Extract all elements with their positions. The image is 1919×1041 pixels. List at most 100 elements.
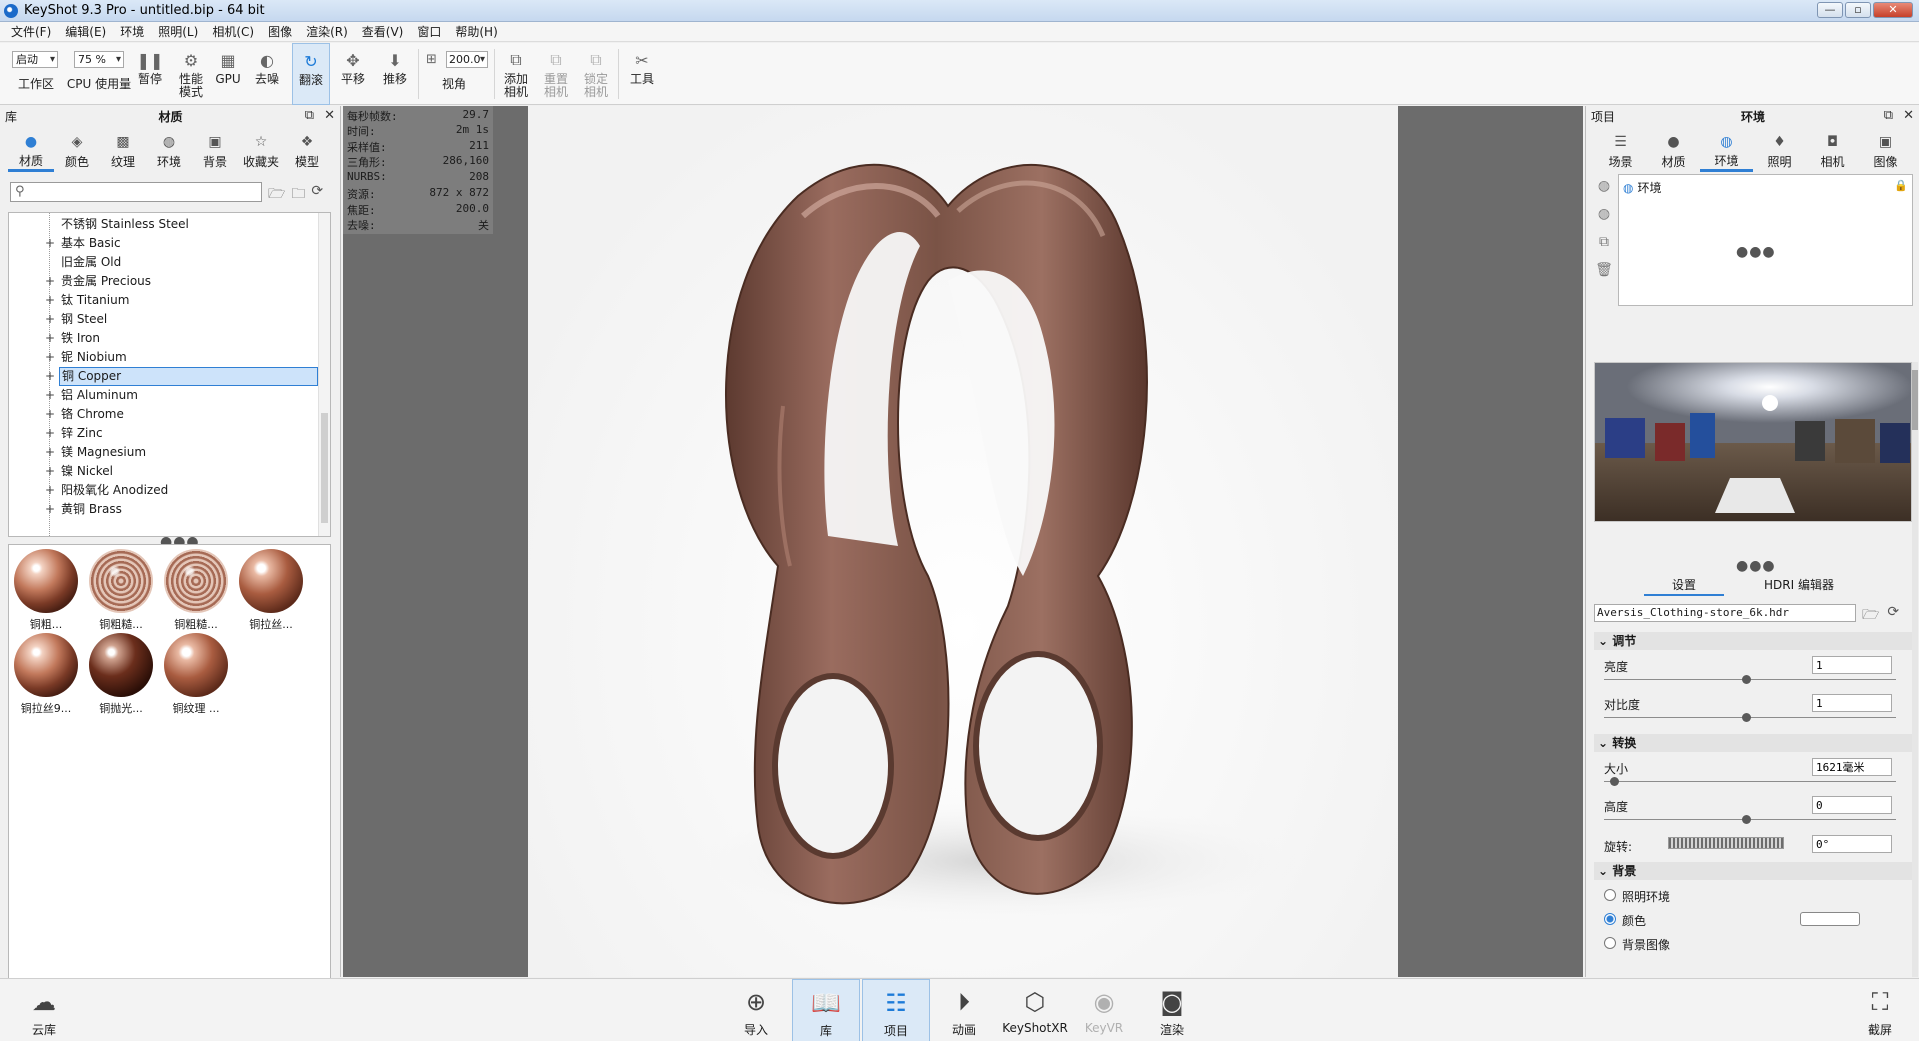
tree-item[interactable]: + 铌 Niobium (9, 348, 319, 367)
tree-item[interactable]: + 铝 Aluminum (9, 386, 319, 405)
material-thumbnail[interactable]: 铜粗... (13, 549, 79, 631)
tab-materials[interactable]: ● 材质 (8, 128, 54, 172)
open-folder-icon[interactable]: 🗁 (268, 183, 285, 207)
size-slider[interactable] (1604, 781, 1896, 782)
tab-colors[interactable]: ◈ 颜色 (54, 128, 100, 172)
material-thumbnail[interactable]: 铜粗糙... (163, 549, 229, 631)
material-thumbnail[interactable]: 铜拉丝... (238, 549, 304, 631)
splitter-handle-icon[interactable]: ●●● (1736, 558, 1776, 574)
rotation-input[interactable] (1812, 835, 1892, 853)
tree-item[interactable]: + 铜 Copper (9, 367, 319, 386)
background-image-radio[interactable] (1604, 937, 1616, 949)
tab-camera[interactable]: ◘ 相机 (1806, 128, 1859, 172)
refresh-icon[interactable]: ⟳ (311, 183, 323, 207)
library-search-box[interactable]: ⚲ (10, 182, 262, 202)
menu-camera[interactable]: 相机(C) (205, 23, 261, 40)
add-environment-icon[interactable]: ◍ (1594, 178, 1614, 206)
render-viewport[interactable]: 每秒帧数: 29.7 时间: 2m 1s 采样值: 211 三角形: 286,160 N… (343, 106, 1583, 977)
tree-item[interactable]: + 阳极氧化 Anodized (9, 481, 319, 500)
environment-settings-icon[interactable]: ⧉ (1594, 234, 1614, 262)
size-slider-knob[interactable] (1610, 777, 1619, 786)
hdri-file-field[interactable]: Aversis_Clothing-store_6k.hdr (1594, 604, 1856, 622)
tab-environment[interactable]: ◍ 环境 (1700, 128, 1753, 172)
lock-camera-button[interactable]: ⧉ 锁定 相机 (578, 43, 614, 105)
tree-item[interactable]: 旧金属 Old (9, 253, 319, 272)
menu-file[interactable]: 文件(F) (4, 23, 58, 40)
add-folder-icon[interactable]: 🗀 (291, 183, 305, 207)
section-background[interactable]: ⌄ 背景 (1594, 862, 1912, 880)
brightness-slider-knob[interactable] (1742, 675, 1751, 684)
background-color-radio[interactable] (1604, 913, 1616, 925)
tree-item[interactable]: + 黄铜 Brass (9, 500, 319, 519)
menu-environment[interactable]: 环境 (113, 23, 151, 40)
project-scrollbar-thumb[interactable] (1912, 370, 1918, 430)
tree-item[interactable]: + 锌 Zinc (9, 424, 319, 443)
close-button[interactable]: ✕ (1873, 2, 1913, 18)
tab-image[interactable]: ▣ 图像 (1859, 128, 1912, 172)
expand-icon[interactable]: + (45, 234, 55, 253)
menu-edit[interactable]: 编辑(E) (58, 23, 113, 40)
expand-icon[interactable]: + (45, 462, 55, 481)
tumble-button[interactable]: ↻ 翻滚 (292, 43, 330, 105)
menu-view[interactable]: 查看(V) (355, 23, 411, 40)
tree-item[interactable]: 不锈钢 Stainless Steel (9, 215, 319, 234)
rotation-dial[interactable] (1668, 837, 1784, 849)
splitter-handle-icon[interactable]: ●●● (1736, 244, 1776, 260)
background-color-swatch[interactable] (1800, 912, 1860, 926)
lock-icon[interactable]: 🔒 (1894, 179, 1908, 192)
height-input[interactable] (1812, 796, 1892, 814)
contrast-input[interactable] (1812, 694, 1892, 712)
expand-icon[interactable]: + (45, 329, 55, 348)
tree-item[interactable]: + 铬 Chrome (9, 405, 319, 424)
expand-icon[interactable]: + (45, 405, 55, 424)
section-transform[interactable]: ⌄ 转换 (1594, 734, 1912, 752)
tab-hdri-editor[interactable]: HDRI 编辑器 (1744, 576, 1854, 596)
panel-close-icon[interactable]: ✕ (1903, 108, 1914, 123)
height-slider-knob[interactable] (1742, 815, 1751, 824)
hdri-preview[interactable] (1594, 362, 1912, 522)
environment-list-item[interactable]: ◍ 环境 (1623, 179, 1662, 196)
tree-item[interactable]: + 钛 Titanium (9, 291, 319, 310)
expand-icon[interactable]: + (45, 481, 55, 500)
tab-environments[interactable]: ◍ 环境 (146, 128, 192, 172)
library-search-input[interactable] (29, 184, 257, 200)
expand-icon[interactable]: + (45, 443, 55, 462)
animation-button[interactable]: ⏵ 动画 (932, 979, 996, 1041)
reset-camera-button[interactable]: ⧉ 重置 相机 (538, 43, 574, 105)
library-toggle-button[interactable]: 📖 库 (792, 979, 860, 1041)
tree-item[interactable]: + 铁 Iron (9, 329, 319, 348)
material-thumbnail[interactable]: 铜拉丝9... (13, 633, 79, 715)
expand-icon[interactable]: + (45, 500, 55, 519)
tab-lighting[interactable]: ♦ 照明 (1753, 128, 1806, 172)
tab-settings[interactable]: 设置 (1644, 576, 1724, 596)
add-camera-button[interactable]: ⧉ 添加 相机 (498, 43, 534, 105)
keyshotxr-button[interactable]: ⬡ KeyShotXR (1000, 979, 1070, 1041)
delete-icon[interactable]: 🗑 (1594, 262, 1614, 290)
expand-icon[interactable]: + (45, 272, 55, 291)
tree-scrollbar-thumb[interactable] (321, 413, 328, 523)
background-lighting-radio[interactable] (1604, 889, 1616, 901)
duplicate-environment-icon[interactable]: ◍ (1594, 206, 1614, 234)
tree-item[interactable]: + 钢 Steel (9, 310, 319, 329)
section-adjust[interactable]: ⌄ 调节 (1594, 632, 1912, 650)
tools-button[interactable]: ✂ 工具 (624, 43, 660, 105)
menu-render[interactable]: 渲染(R) (299, 23, 355, 40)
tree-item[interactable]: + 贵金属 Precious (9, 272, 319, 291)
pan-button[interactable]: ✥ 平移 (336, 43, 370, 105)
tree-item[interactable]: + 基本 Basic (9, 234, 319, 253)
tab-textures[interactable]: ▩ 纹理 (100, 128, 146, 172)
cloud-library-button[interactable]: ☁ 云库 (12, 979, 76, 1041)
expand-icon[interactable]: + (45, 367, 55, 386)
open-folder-icon[interactable]: 🗁 (1862, 604, 1879, 628)
menu-image[interactable]: 图像 (261, 23, 299, 40)
expand-icon[interactable]: + (45, 348, 55, 367)
menu-window[interactable]: 窗口 (410, 23, 448, 40)
tree-item[interactable]: + 镍 Nickel (9, 462, 319, 481)
refresh-icon[interactable]: ⟳ (1887, 604, 1899, 628)
material-thumbnail[interactable]: 铜纹理 ... (163, 633, 229, 715)
performance-mode-button[interactable]: ⚙ 性能 模式 (172, 43, 210, 105)
fov-input[interactable]: 200.0 (446, 51, 488, 68)
keyvr-button[interactable]: ◉ KeyVR (1072, 979, 1136, 1041)
expand-icon[interactable]: + (45, 424, 55, 443)
contrast-slider-knob[interactable] (1742, 713, 1751, 722)
